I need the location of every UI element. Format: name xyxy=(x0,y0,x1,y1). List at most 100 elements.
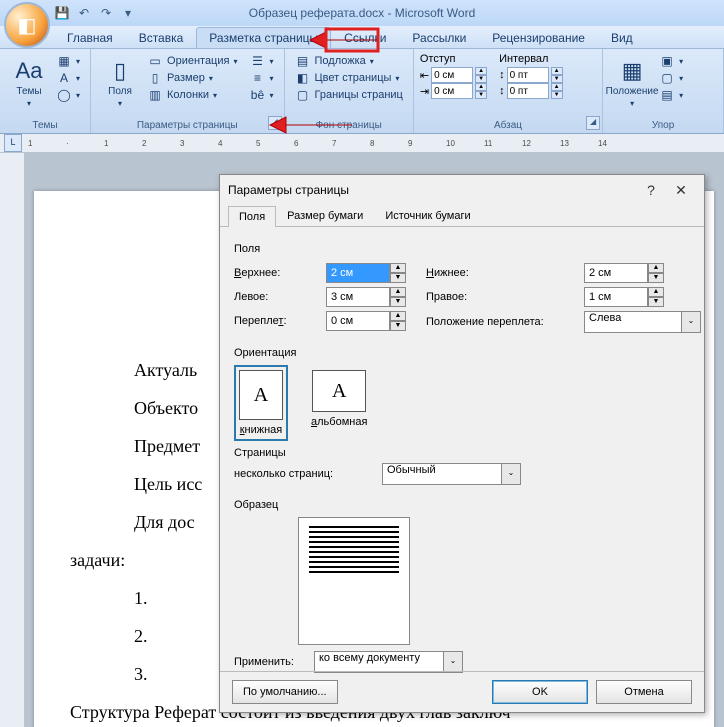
hyphenation-icon: bê xyxy=(249,88,265,102)
preview-icon xyxy=(298,517,410,645)
fields-section-label: Поля xyxy=(234,243,690,255)
orientation-button[interactable]: ▭Ориентация ▾ xyxy=(143,53,241,69)
dialog-title: Параметры страницы xyxy=(228,183,349,197)
apply-to-select[interactable]: ко всему документу⌄ xyxy=(314,651,463,673)
save-icon[interactable]: 💾 xyxy=(54,5,70,21)
help-button[interactable]: ? xyxy=(636,179,666,201)
themes-button[interactable]: Aa Темы ▾ xyxy=(6,51,52,115)
bring-front-button[interactable]: ▣▾ xyxy=(655,53,687,69)
theme-fonts-button[interactable]: A▾ xyxy=(52,70,84,86)
hyphenation-button[interactable]: bê▾ xyxy=(245,87,277,103)
spacing-label: Интервал xyxy=(499,53,563,65)
watermark-icon: ▤ xyxy=(295,54,311,68)
page-bg-group-label: Фон страницы xyxy=(285,120,413,131)
pages-section-label: Страницы xyxy=(234,447,690,459)
indent-left-icon: ⇤ xyxy=(420,69,429,82)
colors-icon: ▦ xyxy=(56,54,72,68)
close-button[interactable]: ✕ xyxy=(666,179,696,201)
vertical-ruler xyxy=(0,153,25,727)
tab-page-layout[interactable]: Разметка страницы xyxy=(196,27,331,48)
preview-section-label: Образец xyxy=(234,499,690,511)
columns-icon: ▥ xyxy=(147,88,163,102)
top-label: Верхнее: xyxy=(234,267,318,279)
landscape-icon: A xyxy=(312,370,366,412)
portrait-icon: A xyxy=(239,370,283,420)
indent-left-spinner[interactable]: ⇤▲▼ xyxy=(420,67,487,83)
text-wrap-button[interactable]: ▤▾ xyxy=(655,87,687,103)
spacing-before-icon: ↕ xyxy=(499,69,505,81)
tab-review[interactable]: Рецензирование xyxy=(479,27,598,48)
bottom-spinner[interactable]: ▲▼ xyxy=(584,263,664,283)
ok-button[interactable]: OK xyxy=(492,680,588,704)
cancel-button[interactable]: Отмена xyxy=(596,680,692,704)
effects-icon: ◯ xyxy=(56,88,72,102)
chevron-down-icon: ▾ xyxy=(27,99,31,108)
page-color-button[interactable]: ◧Цвет страницы ▾ xyxy=(291,70,407,86)
spacing-after-icon: ↕ xyxy=(499,85,505,97)
bottom-label: Нижнее: xyxy=(426,267,576,279)
page-setup-group-label: Параметры страницы xyxy=(91,120,283,131)
tab-insert[interactable]: Вставка xyxy=(126,27,197,48)
tab-paper[interactable]: Размер бумаги xyxy=(276,205,374,226)
undo-icon[interactable]: ↶ xyxy=(76,5,92,21)
position-button[interactable]: ▦ Положение ▾ xyxy=(609,51,655,115)
orientation-landscape[interactable]: A альбомная xyxy=(306,365,372,441)
theme-effects-button[interactable]: ◯▾ xyxy=(52,87,84,103)
send-back-button[interactable]: ▢▾ xyxy=(655,70,687,86)
margins-button[interactable]: ▯ Поля ▾ xyxy=(97,51,143,115)
spacing-before-spinner[interactable]: ↕▲▼ xyxy=(499,67,563,83)
themes-group-label: Темы xyxy=(0,120,90,131)
top-spinner[interactable]: ▲▼ xyxy=(326,263,406,283)
multi-pages-select[interactable]: Обычный⌄ xyxy=(382,463,521,485)
page-borders-icon: ▢ xyxy=(295,88,311,102)
chevron-down-icon[interactable]: ⌄ xyxy=(502,463,521,485)
send-back-icon: ▢ xyxy=(659,71,675,85)
size-button[interactable]: ▯Размер ▾ xyxy=(143,70,241,86)
indent-right-icon: ⇥ xyxy=(420,85,429,98)
theme-colors-button[interactable]: ▦▾ xyxy=(52,53,84,69)
paragraph-launcher[interactable]: ◢ xyxy=(586,116,600,130)
orientation-icon: ▭ xyxy=(147,54,163,68)
apply-to-label: Применить: xyxy=(234,656,306,668)
columns-button[interactable]: ▥Колонки ▾ xyxy=(143,87,241,103)
tab-fields[interactable]: Поля xyxy=(228,206,276,227)
themes-icon: Aa xyxy=(16,58,43,84)
indent-label: Отступ xyxy=(420,53,487,65)
paragraph-group-label: Абзац xyxy=(414,120,602,131)
qat-dropdown-icon[interactable]: ▾ xyxy=(120,5,136,21)
indent-right-spinner[interactable]: ⇥▲▼ xyxy=(420,83,487,99)
window-title: Образец реферата.docx - Microsoft Word xyxy=(249,6,476,20)
bring-front-icon: ▣ xyxy=(659,54,675,68)
position-icon: ▦ xyxy=(622,58,643,84)
left-spinner[interactable]: ▲▼ xyxy=(326,287,406,307)
orientation-portrait[interactable]: A книжная xyxy=(234,365,288,441)
right-spinner[interactable]: ▲▼ xyxy=(584,287,664,307)
gutter-pos-select[interactable]: Слева⌄ xyxy=(584,311,701,333)
line-numbers-button[interactable]: ≡▾ xyxy=(245,70,277,86)
tab-source[interactable]: Источник бумаги xyxy=(374,205,481,226)
gutter-label: Переплет: xyxy=(234,315,318,327)
tab-selector-button[interactable]: L xyxy=(4,134,22,152)
breaks-button[interactable]: ☰▾ xyxy=(245,53,277,69)
gutter-spinner[interactable]: ▲▼ xyxy=(326,311,406,331)
chevron-down-icon: ▾ xyxy=(118,99,122,108)
tab-view[interactable]: Вид xyxy=(598,27,646,48)
chevron-down-icon[interactable]: ⌄ xyxy=(682,311,701,333)
default-button[interactable]: По умолчанию... xyxy=(232,680,338,704)
tab-home[interactable]: Главная xyxy=(54,27,126,48)
right-label: Правое: xyxy=(426,291,576,303)
office-button[interactable]: ◧ xyxy=(4,2,50,48)
watermark-button[interactable]: ▤Подложка ▾ xyxy=(291,53,407,69)
tab-references[interactable]: Ссылки xyxy=(331,27,399,48)
page-setup-launcher[interactable]: ◢ xyxy=(268,116,282,130)
tab-mailings[interactable]: Рассылки xyxy=(399,27,479,48)
multi-pages-label: несколько страниц: xyxy=(234,468,374,480)
left-label: Левое: xyxy=(234,291,318,303)
page-borders-button[interactable]: ▢Границы страниц xyxy=(291,87,407,103)
spacing-after-spinner[interactable]: ↕▲▼ xyxy=(499,83,563,99)
page-setup-dialog: Параметры страницы ? ✕ Поля Размер бумаг… xyxy=(219,174,705,713)
fonts-icon: A xyxy=(56,71,72,85)
size-icon: ▯ xyxy=(147,71,163,85)
redo-icon[interactable]: ↷ xyxy=(98,5,114,21)
chevron-down-icon[interactable]: ⌄ xyxy=(444,651,463,673)
